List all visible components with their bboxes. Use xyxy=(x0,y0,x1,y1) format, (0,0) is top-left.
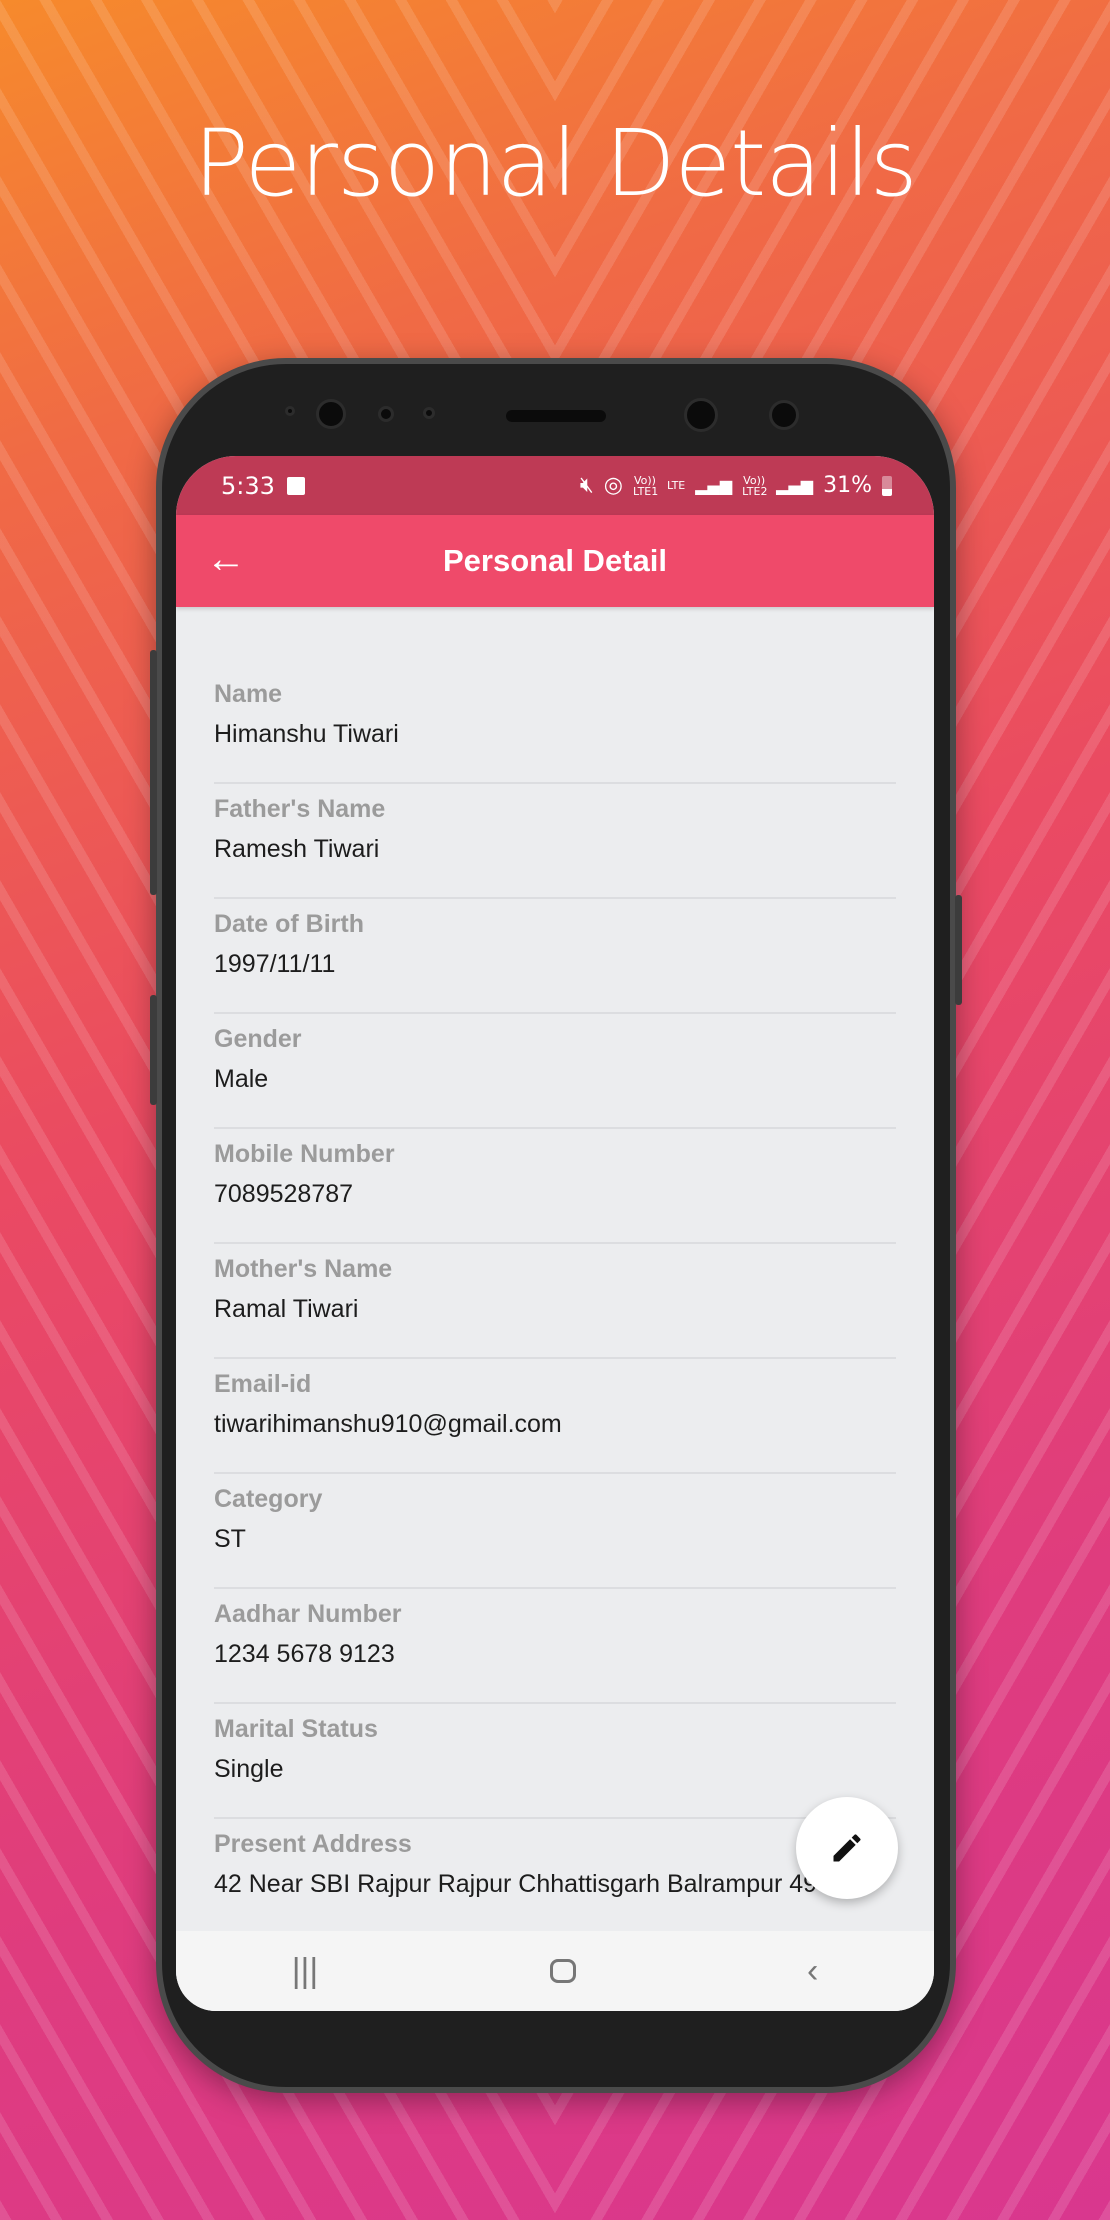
detail-row-category: Category ST xyxy=(214,1474,896,1589)
volte2-label: Vo)) LTE2 xyxy=(742,473,768,498)
back-arrow-icon[interactable]: ← xyxy=(206,537,246,581)
field-value: tiwarihimanshu910@gmail.com xyxy=(214,1410,562,1438)
field-value: Male xyxy=(214,1065,269,1093)
sensor-icon xyxy=(378,406,394,422)
detail-row-marital-status: Marital Status Single xyxy=(214,1704,896,1819)
detail-row-father-name: Father's Name Ramesh Tiwari xyxy=(214,784,896,899)
field-label: Date of Birth xyxy=(214,910,364,938)
hotspot-icon: ◎ xyxy=(603,473,623,498)
field-label: Mother's Name xyxy=(214,1255,393,1283)
iris-camera-icon xyxy=(684,398,718,432)
field-value: 1997/11/11 xyxy=(214,950,336,978)
volte1-label: Vo)) LTE1 xyxy=(632,473,659,498)
sensor-icon xyxy=(285,406,295,416)
detail-row-mother-name: Mother's Name Ramal Tiwari xyxy=(214,1244,896,1359)
front-camera-icon xyxy=(316,399,346,429)
battery-percent: 31% xyxy=(823,473,872,498)
signal2-icon: ▂▄▆ xyxy=(776,476,814,495)
recent-apps-icon[interactable]: ||| xyxy=(292,1952,319,1991)
signal1-icon: ▂▄▆ xyxy=(695,476,733,495)
mute-icon: 🔇︎ xyxy=(579,473,594,498)
field-value: Ramesh Tiwari xyxy=(214,835,380,863)
bixby-button xyxy=(150,995,157,1105)
details-list: Name Himanshu Tiwari Father's Name Ramesh … xyxy=(176,607,934,1934)
back-icon[interactable]: ‹ xyxy=(807,1952,818,1991)
detail-row-email: Email-id tiwarihimanshu910@gmail.com xyxy=(214,1359,896,1474)
field-label: Aadhar Number xyxy=(214,1600,402,1628)
field-label: Father's Name xyxy=(214,795,386,823)
detail-row-name: Name Himanshu Tiwari xyxy=(214,669,896,784)
system-nav-bar: ||| ‹ xyxy=(176,1931,934,2011)
field-value: 42 Near SBI Rajpur Rajpur Chhattisgarh B… xyxy=(214,1870,831,1898)
iris-sensor-icon xyxy=(769,400,799,430)
pencil-icon xyxy=(833,1834,861,1862)
sensor-icon xyxy=(423,407,435,419)
field-value: ST xyxy=(214,1525,246,1553)
battery-icon xyxy=(882,475,892,496)
field-label: Gender xyxy=(214,1025,302,1053)
field-label: Email-id xyxy=(214,1370,312,1398)
field-label: Present Address xyxy=(214,1830,412,1858)
detail-row-mobile: Mobile Number 7089528787 xyxy=(214,1129,896,1244)
edit-button[interactable] xyxy=(796,1797,898,1899)
app-bar: ← Personal Detail xyxy=(176,515,934,607)
image-notification-icon xyxy=(286,476,305,495)
field-label: Mobile Number xyxy=(214,1140,395,1168)
field-value: Single xyxy=(214,1755,284,1783)
home-icon[interactable] xyxy=(549,1959,576,1983)
detail-row-aadhar: Aadhar Number 1234 5678 9123 xyxy=(214,1589,896,1704)
volume-button xyxy=(150,650,157,895)
detail-row-gender: Gender Male xyxy=(214,1014,896,1129)
lte-label: LTE xyxy=(666,479,686,492)
field-label: Category xyxy=(214,1485,323,1513)
field-label: Marital Status xyxy=(214,1715,378,1743)
field-value: Ramal Tiwari xyxy=(214,1295,359,1323)
status-time: 5:33 xyxy=(221,471,275,500)
status-bar: 5:33 🔇︎ ◎ Vo)) LTE1 LTE ▂▄▆ Vo)) LTE2 ▂▄… xyxy=(176,456,934,515)
detail-row-dob: Date of Birth 1997/11/11 xyxy=(214,899,896,1014)
phone-screen: 5:33 🔇︎ ◎ Vo)) LTE1 LTE ▂▄▆ Vo)) LTE2 ▂▄… xyxy=(176,456,934,2011)
page-title: Personal Detail xyxy=(443,543,667,578)
detail-row-address: Present Address 42 Near SBI Rajpur Rajpur… xyxy=(214,1819,896,1934)
earpiece-speaker xyxy=(506,410,606,422)
field-label: Name xyxy=(214,680,283,708)
field-value: 7089528787 xyxy=(214,1180,354,1208)
field-value: 1234 5678 9123 xyxy=(214,1640,395,1668)
promo-headline: Personal Details xyxy=(193,110,917,217)
field-value: Himanshu Tiwari xyxy=(214,720,399,748)
power-button xyxy=(955,895,962,1005)
